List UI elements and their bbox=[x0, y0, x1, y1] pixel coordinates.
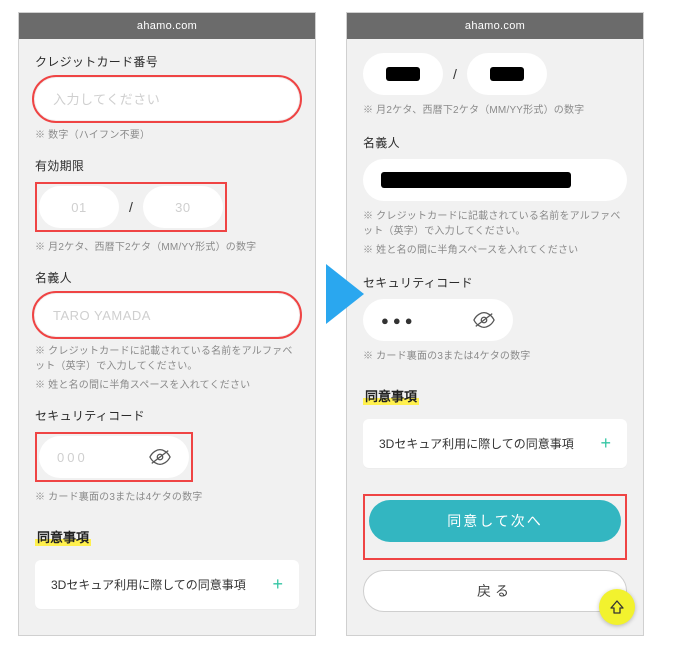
holder-input[interactable] bbox=[35, 294, 299, 336]
holder-note-2: ※ 姓と名の間に半角スペースを入れてください bbox=[363, 243, 627, 258]
security-masked: ●●● bbox=[381, 313, 417, 328]
holder-label: 名義人 bbox=[35, 269, 299, 286]
card-number-note: ※ 数字（ハイフン不要） bbox=[35, 128, 299, 143]
agree-button-highlight: 同意して次へ bbox=[363, 494, 627, 560]
expiry-year-input[interactable] bbox=[467, 53, 547, 95]
transition-arrow-icon bbox=[326, 264, 364, 324]
card-number-field[interactable] bbox=[53, 92, 281, 107]
redacted-holder bbox=[381, 172, 571, 188]
holder-input[interactable] bbox=[363, 159, 627, 201]
holder-field[interactable] bbox=[53, 308, 281, 323]
security-placeholder: 000 bbox=[57, 450, 88, 465]
scroll-top-button[interactable] bbox=[599, 589, 635, 625]
consent-item-label: 3Dセキュア利用に際しての同意事項 bbox=[51, 576, 246, 593]
url-bar: ahamo.com bbox=[347, 13, 643, 39]
expiry-highlight: 01 / 30 bbox=[35, 182, 227, 232]
security-label: セキュリティコード bbox=[363, 274, 627, 291]
url-bar: ahamo.com bbox=[19, 13, 315, 39]
holder-note-1: ※ クレジットカードに記載されている名前をアルファベット（英字）で入力してくださ… bbox=[35, 344, 299, 374]
security-note: ※ カード裏面の3または4ケタの数字 bbox=[35, 490, 299, 505]
holder-note-2: ※ 姓と名の間に半角スペースを入れてください bbox=[35, 378, 299, 393]
security-note: ※ カード裏面の3または4ケタの数字 bbox=[363, 349, 627, 364]
expand-icon: + bbox=[600, 433, 611, 454]
consent-accordion[interactable]: 3Dセキュア利用に際しての同意事項 + bbox=[35, 560, 299, 609]
expiry-slash: / bbox=[129, 199, 133, 215]
card-number-input[interactable] bbox=[35, 78, 299, 120]
holder-label: 名義人 bbox=[363, 134, 627, 151]
redacted-year bbox=[490, 67, 524, 81]
visibility-toggle-icon[interactable] bbox=[149, 449, 171, 465]
phone-after: ahamo.com / ※ 月2ケタ、西暦下2ケタ（MM/YY形式）の数字 名義… bbox=[346, 12, 644, 636]
expiry-note: ※ 月2ケタ、西暦下2ケタ（MM/YY形式）の数字 bbox=[35, 240, 299, 255]
card-number-label: クレジットカード番号 bbox=[35, 53, 299, 70]
expiry-month-input[interactable] bbox=[363, 53, 443, 95]
consent-heading: 同意事項 bbox=[35, 527, 91, 546]
consent-heading: 同意事項 bbox=[363, 386, 419, 405]
visibility-toggle-icon[interactable] bbox=[473, 312, 495, 328]
holder-note-1: ※ クレジットカードに記載されている名前をアルファベット（英字）で入力してくださ… bbox=[363, 209, 627, 239]
agree-next-button[interactable]: 同意して次へ bbox=[369, 500, 621, 542]
redacted-month bbox=[386, 67, 420, 81]
expiry-note: ※ 月2ケタ、西暦下2ケタ（MM/YY形式）の数字 bbox=[363, 103, 627, 118]
security-highlight: 000 bbox=[35, 432, 193, 482]
back-button[interactable]: 戻る bbox=[363, 570, 627, 612]
consent-accordion[interactable]: 3Dセキュア利用に際しての同意事項 + bbox=[363, 419, 627, 468]
security-input[interactable]: ●●● bbox=[363, 299, 513, 341]
expiry-slash: / bbox=[453, 66, 457, 82]
expiry-label: 有効期限 bbox=[35, 157, 299, 174]
expand-icon: + bbox=[272, 574, 283, 595]
consent-item-label: 3Dセキュア利用に際しての同意事項 bbox=[379, 435, 574, 452]
expiry-month-input[interactable]: 01 bbox=[39, 186, 119, 228]
phone-before: ahamo.com クレジットカード番号 ※ 数字（ハイフン不要） 有効期限 0… bbox=[18, 12, 316, 636]
security-label: セキュリティコード bbox=[35, 407, 299, 424]
expiry-year-input[interactable]: 30 bbox=[143, 186, 223, 228]
security-input[interactable]: 000 bbox=[39, 436, 189, 478]
arrow-up-icon bbox=[609, 599, 625, 615]
